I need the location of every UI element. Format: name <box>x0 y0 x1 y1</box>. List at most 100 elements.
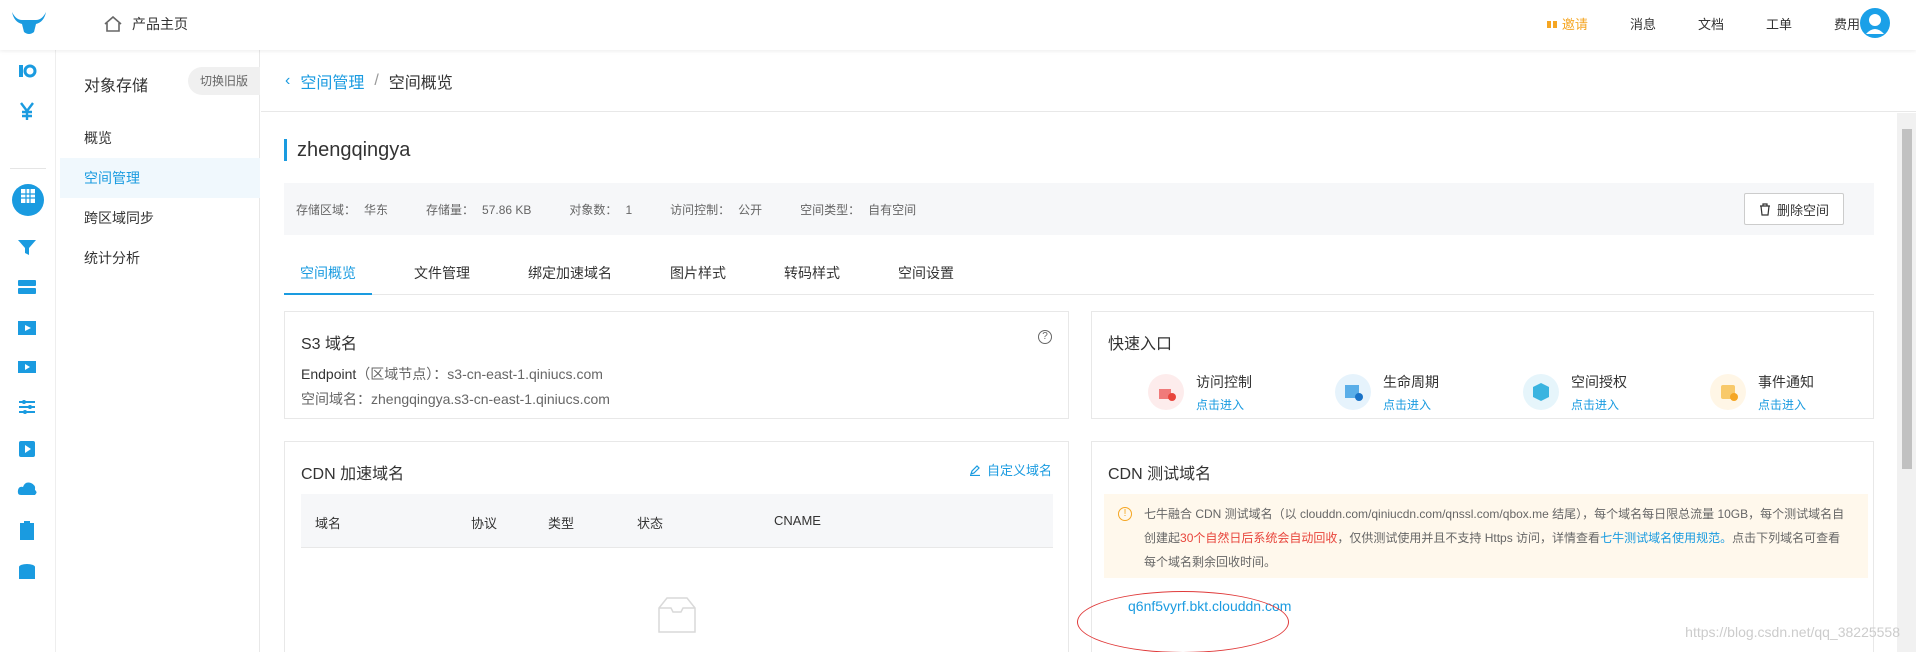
calendar-clock-icon <box>1335 374 1371 410</box>
quick-link-event-notify[interactable]: 点击进入 <box>1758 396 1806 413</box>
breadcrumb: ‹ 空间管理 / 空间概览 <box>261 50 1916 112</box>
tab-bucket-settings[interactable]: 空间设置 <box>882 253 970 295</box>
quick-item-lifecycle[interactable]: 生命周期 点击进入 <box>1335 372 1515 422</box>
type-label: 空间类型： <box>800 202 861 217</box>
region-label: 存储区域： <box>296 202 357 217</box>
invite-link[interactable]: 邀请 <box>1546 14 1588 33</box>
product-home-label: 产品主页 <box>132 16 188 32</box>
grid-icon <box>21 189 35 203</box>
box-share-icon <box>1523 374 1559 410</box>
server-icon[interactable] <box>16 276 38 298</box>
clipboard-icon[interactable] <box>16 520 38 542</box>
col-domain: 域名 <box>315 516 342 531</box>
custom-domain-link[interactable]: 自定义域名 <box>969 460 1052 479</box>
invite-label: 邀请 <box>1561 16 1588 32</box>
tab-image-styles[interactable]: 图片样式 <box>654 253 742 295</box>
tab-transcode-styles[interactable]: 转码样式 <box>768 253 856 295</box>
endpoint-paren: （区域节点）： <box>356 366 448 382</box>
s3-card-title: S3 域名 <box>301 336 358 353</box>
qiniu-logo-icon[interactable] <box>10 8 48 38</box>
quick-label-event-notify: 事件通知 <box>1758 374 1814 390</box>
nav-messages[interactable]: 消息 <box>1630 14 1656 33</box>
quick-link-access-control[interactable]: 点击进入 <box>1196 396 1244 413</box>
help-icon[interactable]: ? <box>1038 330 1052 344</box>
quick-label-lifecycle: 生命周期 <box>1383 374 1439 390</box>
watermark: https://blog.csdn.net/qq_38225558 <box>1685 624 1900 640</box>
tab-overview[interactable]: 空间概览 <box>284 253 372 295</box>
rail-divider <box>10 168 46 169</box>
cloud-icon[interactable] <box>16 478 38 500</box>
yen-icon[interactable] <box>16 100 38 122</box>
quick-label-bucket-auth: 空间授权 <box>1571 374 1627 390</box>
quick-link-bucket-auth[interactable]: 点击进入 <box>1571 396 1619 413</box>
quick-item-bucket-auth[interactable]: 空间授权 点击进入 <box>1523 372 1703 422</box>
nav-billing[interactable]: 费用 <box>1834 14 1860 33</box>
access-value: 公开 <box>738 202 763 217</box>
storage-subnav: 对象存储 切换旧版 概览 空间管理 跨区域同步 统计分析 <box>60 50 260 652</box>
storage-value: 57.86 KB <box>482 202 532 217</box>
delete-bucket-button[interactable]: 删除空间 <box>1743 193 1844 225</box>
back-chevron-icon[interactable]: ‹ <box>285 72 290 90</box>
tab-file-management[interactable]: 文件管理 <box>398 253 486 295</box>
empty-box-icon <box>658 597 696 633</box>
access-info: 访问控制： 公开 <box>670 201 762 218</box>
objects-info: 对象数： 1 <box>569 201 632 218</box>
bucket-domain-value: zhengqingya.s3-cn-east-1.qiniucs.com <box>371 391 610 407</box>
quick-label-access-control: 访问控制 <box>1196 374 1252 390</box>
media-icon[interactable] <box>16 316 38 338</box>
tab-bind-domain[interactable]: 绑定加速域名 <box>512 253 628 295</box>
scrollbar-thumb[interactable] <box>1902 129 1912 469</box>
cdn-card-title: CDN 加速域名 <box>301 466 405 483</box>
top-bar: 产品主页 邀请 消息 文档 工单 费用 <box>0 0 1916 50</box>
kodo-icon[interactable] <box>16 60 38 82</box>
gift-icon <box>1546 19 1557 28</box>
top-nav: 邀请 消息 文档 工单 费用 <box>1546 0 1860 46</box>
notice-text-red: 30个自然日后系统会自动回收 <box>1180 531 1338 545</box>
subnav-item-bucket-management[interactable]: 空间管理 <box>60 158 260 198</box>
bucket-info-bar: 存储区域： 华东 存储量： 57.86 KB 对象数： 1 访问控制： 公开 空间类型：… <box>284 183 1874 235</box>
subnav-item-statistics[interactable]: 统计分析 <box>60 238 260 278</box>
scrollbar[interactable] <box>1897 113 1916 652</box>
home-icon <box>104 16 122 32</box>
bucket-tabs: 空间概览 文件管理 绑定加速域名 图片样式 转码样式 空间设置 <box>284 253 1874 295</box>
bucket-domain-key: 空间域名： <box>301 391 371 407</box>
quick-item-access-control[interactable]: 访问控制 点击进入 <box>1148 372 1328 422</box>
endpoint-key: Endpoint <box>301 366 357 382</box>
s3-domain-card: S3 域名 ? Endpoint（区域节点）：s3-cn-east-1.qini… <box>284 311 1069 419</box>
subnav-item-overview[interactable]: 概览 <box>60 118 260 158</box>
quick-card-title: 快速入口 <box>1108 336 1173 353</box>
film-icon[interactable] <box>16 356 38 378</box>
play-icon[interactable] <box>16 438 38 460</box>
nav-docs[interactable]: 文档 <box>1698 14 1724 33</box>
quick-link-lifecycle[interactable]: 点击进入 <box>1383 396 1431 413</box>
product-home-link[interactable]: 产品主页 <box>104 14 188 34</box>
funnel-icon[interactable] <box>16 236 38 258</box>
lock-user-icon <box>1148 374 1184 410</box>
quick-item-event-notify[interactable]: 事件通知 点击进入 <box>1710 372 1890 422</box>
database-icon[interactable] <box>16 562 38 584</box>
breadcrumb-parent-link[interactable]: 空间管理 <box>300 69 364 93</box>
product-rail <box>0 50 56 652</box>
col-type: 类型 <box>548 516 575 531</box>
trash-icon <box>1759 202 1770 216</box>
endpoint-value: s3-cn-east-1.qiniucs.com <box>447 366 603 382</box>
type-info: 空间类型： 自有空间 <box>800 201 916 218</box>
delete-bucket-label: 删除空间 <box>1776 202 1829 218</box>
endpoint-line: Endpoint（区域节点）：s3-cn-east-1.qiniucs.com <box>301 364 603 384</box>
notice-spec-link[interactable]: 七牛测试域名使用规范。 <box>1600 531 1732 545</box>
subnav-item-cross-region-sync[interactable]: 跨区域同步 <box>60 198 260 238</box>
edit-icon <box>969 464 980 476</box>
user-icon <box>1866 14 1884 34</box>
breadcrumb-separator: / <box>374 71 379 89</box>
region-info: 存储区域： 华东 <box>296 201 388 218</box>
objects-value: 1 <box>625 202 633 217</box>
sliders-icon[interactable] <box>16 396 38 418</box>
breadcrumb-current: 空间概览 <box>388 74 453 92</box>
notification-icon <box>1710 374 1746 410</box>
nav-tickets[interactable]: 工单 <box>1766 14 1792 33</box>
col-protocol: 协议 <box>471 516 498 531</box>
subnav-title: 对象存储 <box>84 78 149 95</box>
avatar[interactable] <box>1860 8 1890 38</box>
switch-old-version-button[interactable]: 切换旧版 <box>188 67 260 95</box>
cdn-test-card-title: CDN 测试域名 <box>1108 466 1212 483</box>
